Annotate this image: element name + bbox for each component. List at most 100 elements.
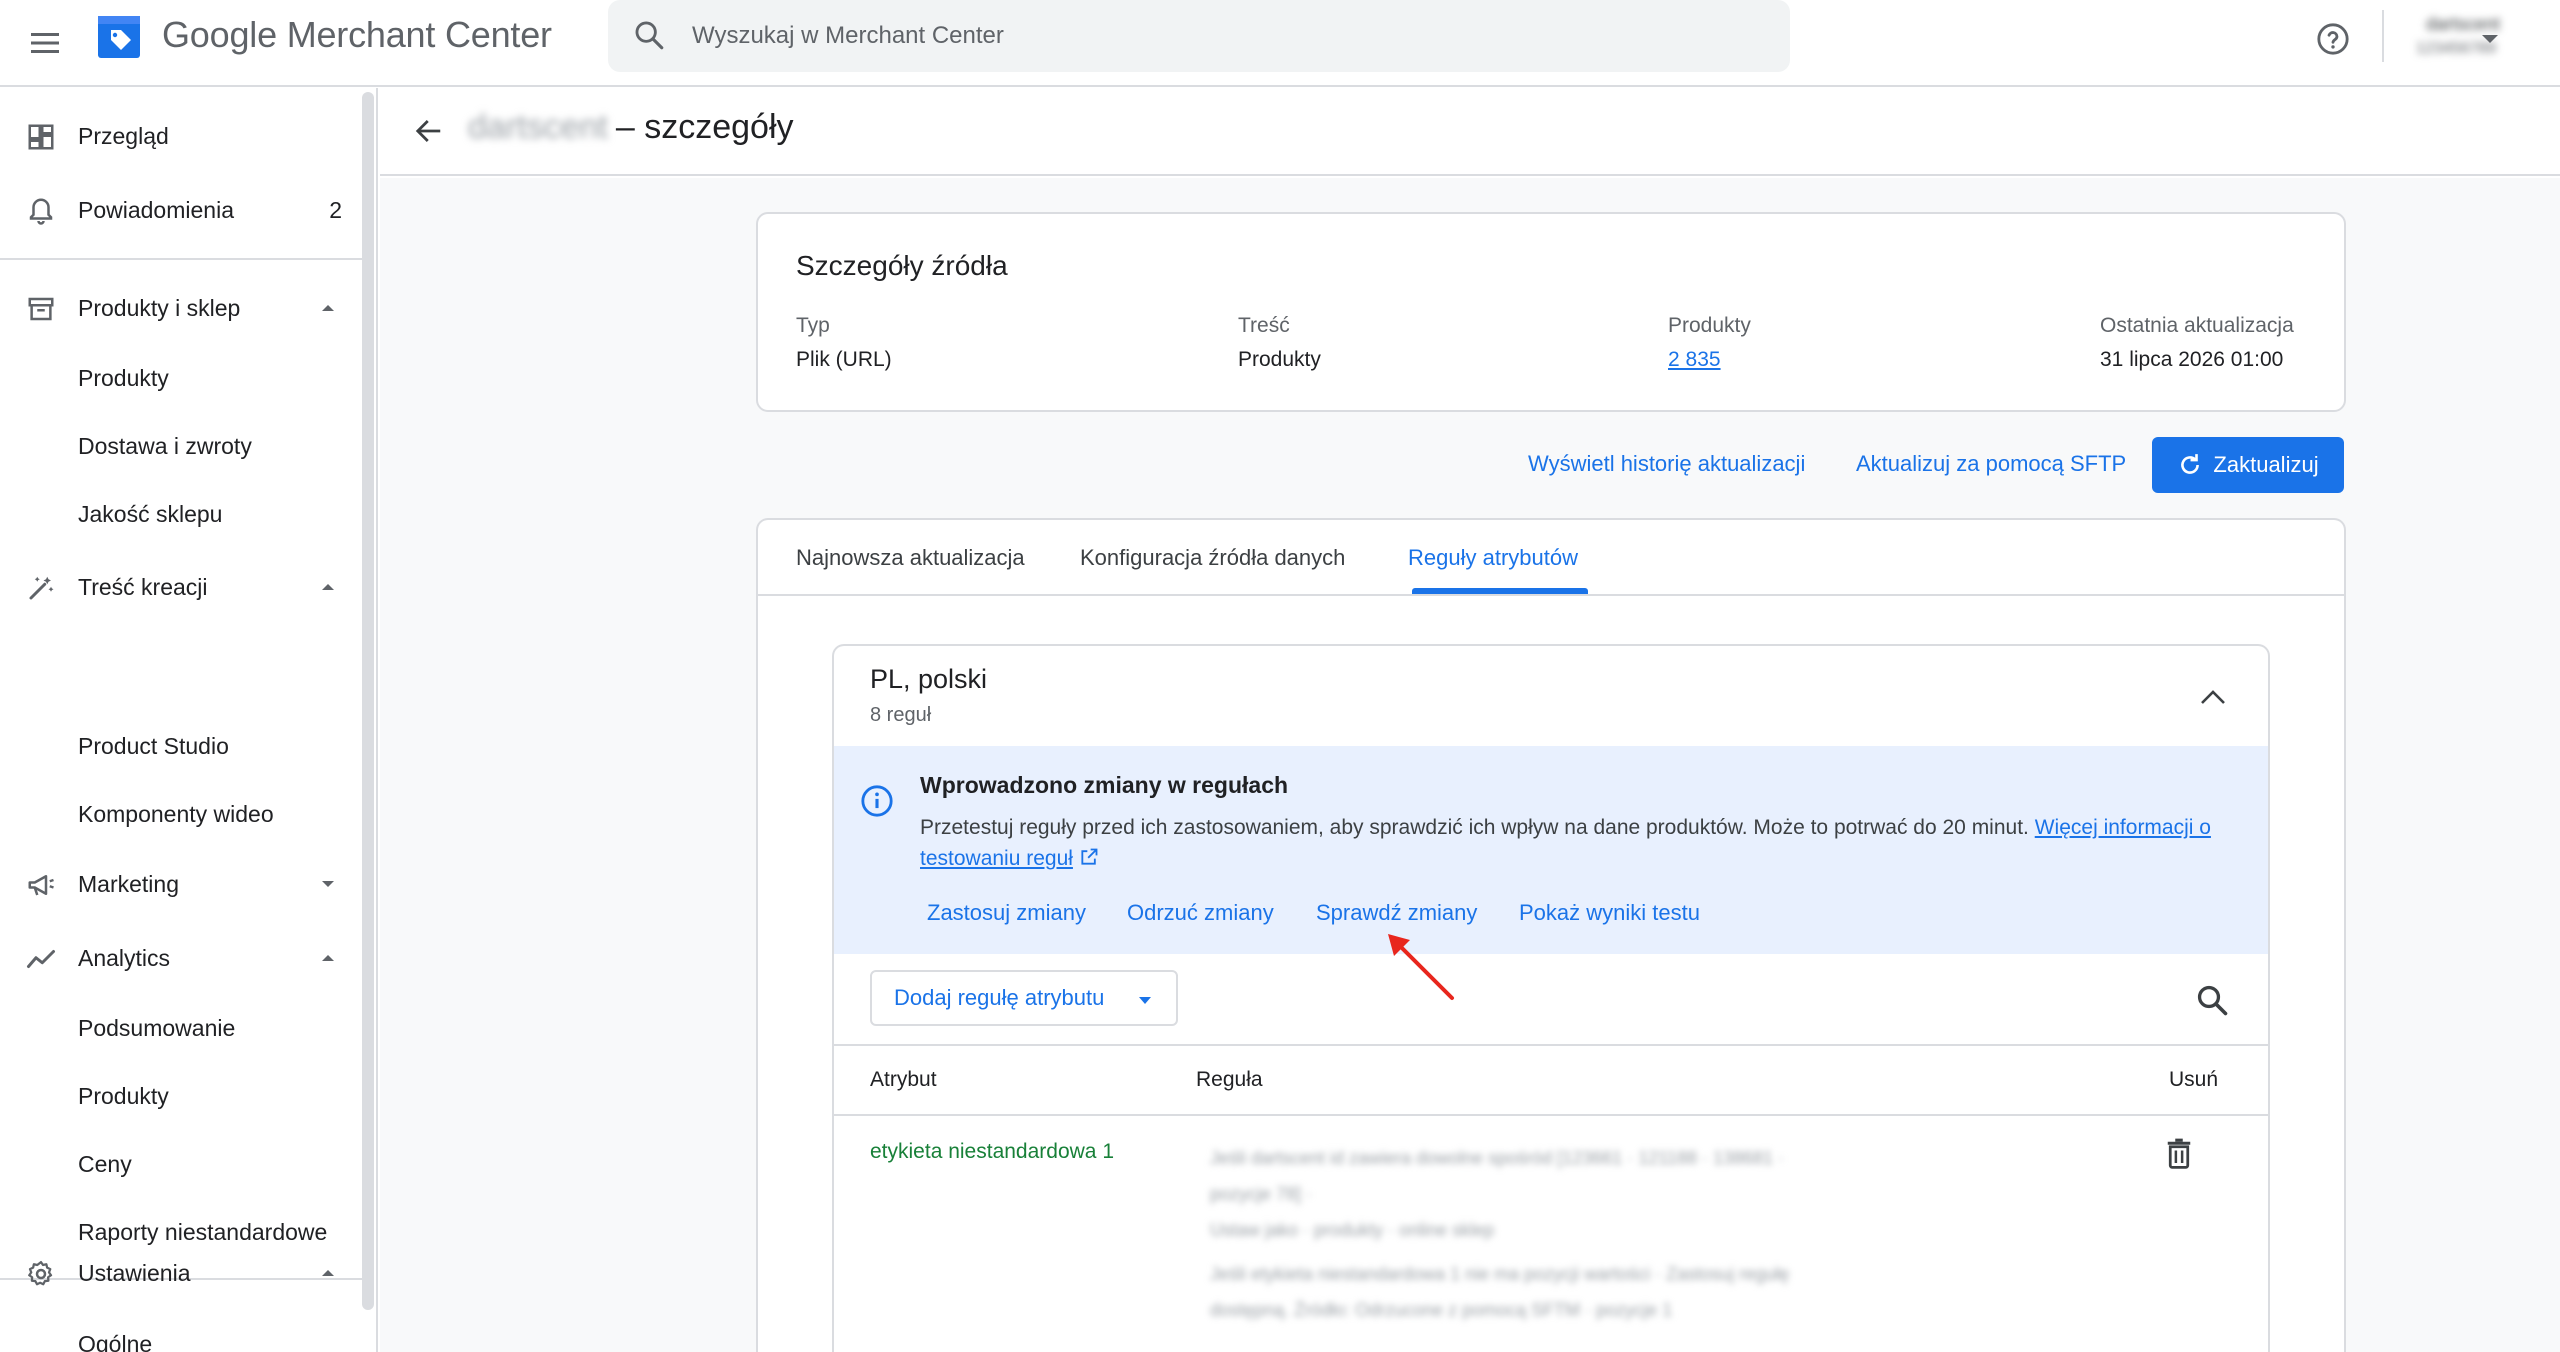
card-title: Szczegóły źródła — [796, 250, 1008, 281]
sidebar-item-label: Powiadomienia — [78, 196, 234, 223]
sidebar-item-analytics[interactable]: Analytics — [0, 926, 356, 990]
tab-latest-update[interactable]: Najnowsza aktualizacja — [796, 520, 1025, 596]
megaphone-icon — [24, 868, 58, 902]
show-test-results-button[interactable]: Pokaż wyniki testu — [1519, 900, 1700, 926]
tab-attribute-rules[interactable]: Reguły atrybutów — [1408, 520, 1578, 596]
discard-changes-button[interactable]: Odrzuć zmiany — [1127, 900, 1274, 926]
rule-line: pozycje 78] · — [1210, 1184, 1313, 1204]
sidebar-item-label: Analytics — [78, 944, 171, 971]
sidebar-item-analytics-products[interactable]: Produkty — [0, 1064, 356, 1128]
collapse-button[interactable] — [2196, 680, 2230, 714]
detail-label: Treść — [1238, 314, 1290, 337]
dashboard-icon — [24, 120, 58, 154]
sidebar-item-settings[interactable]: Ustawienia — [0, 1241, 356, 1305]
rules-table-header: Atrybut Reguła Usuń — [834, 1046, 2268, 1116]
detail-label: Ostatnia aktualizacja — [2100, 314, 2294, 337]
sidebar-item-label: Podsumowanie — [78, 1014, 236, 1041]
delete-rule-button[interactable] — [2164, 1136, 2198, 1170]
rule-line: Jeśli dartscent id zawiera dowolne spośr… — [1210, 1148, 1785, 1168]
page-header: dartscent – szczegóły — [380, 88, 2560, 176]
toolbar-divider — [2382, 10, 2384, 62]
sidebar-item-store-quality[interactable]: Jakość sklepu — [0, 482, 356, 546]
active-tab-indicator — [1412, 588, 1588, 594]
trending-line-icon — [24, 942, 58, 976]
help-icon — [2317, 23, 2349, 55]
sidebar-item-label: Product Studio — [78, 732, 229, 759]
help-button[interactable] — [2308, 14, 2358, 64]
sidebar-item-overview[interactable]: Przegląd — [0, 104, 356, 168]
column-header-rule: Reguła — [1196, 1068, 1263, 1091]
sidebar-item-label: Treść kreacji — [78, 573, 208, 600]
column-header-attribute: Atrybut — [870, 1068, 937, 1091]
sidebar-item-label: Ustawienia — [78, 1259, 191, 1286]
caret-down-icon — [322, 881, 334, 887]
refresh-icon — [2181, 454, 2200, 474]
search-input[interactable] — [692, 0, 1752, 72]
detail-type: Typ Plik (URL) — [796, 314, 892, 372]
sidebar-item-video[interactable]: Komponenty wideo — [0, 782, 356, 846]
sidebar-item-creative[interactable]: Treść kreacji — [0, 555, 356, 619]
rule-attribute-link[interactable]: etykieta niestandardowa 1 — [870, 1140, 1114, 1164]
search-icon — [635, 21, 664, 50]
sidebar-item-label: Ceny — [78, 1150, 132, 1177]
sidebar-item-shipping[interactable]: Dostawa i zwroty — [0, 414, 356, 478]
top-app-bar: Google Merchant Center dartscent 1234567… — [0, 0, 2560, 87]
sidebar-item-general[interactable]: Ogólne — [0, 1312, 356, 1352]
table-search-button[interactable] — [2194, 982, 2230, 1018]
column-header-delete: Usuń — [2168, 1068, 2218, 1091]
main-menu-button[interactable] — [20, 18, 70, 68]
open-in-new-icon — [1081, 848, 1098, 865]
table-row: etykieta niestandardowa 1 Jeśli dartscen… — [834, 1116, 2268, 1352]
caret-up-icon — [322, 305, 334, 311]
detail-value: Plik (URL) — [796, 348, 892, 371]
sidebar-item-product-studio[interactable]: Product Studio — [0, 714, 356, 778]
sidebar-item-marketing[interactable]: Marketing — [0, 852, 356, 916]
view-update-history-button[interactable]: Wyświetl historię aktualizacji — [1528, 451, 1805, 477]
hamburger-menu-icon — [31, 33, 59, 53]
annotation-arrow-icon — [1388, 934, 1454, 1000]
sidebar-divider — [0, 258, 362, 260]
sidebar-item-products-store[interactable]: Produkty i sklep — [0, 276, 356, 340]
check-changes-button[interactable]: Sprawdź zmiany — [1316, 900, 1477, 926]
banner-title: Wprowadzono zmiany w regułach — [920, 772, 1289, 798]
global-search-bar[interactable] — [608, 0, 1790, 72]
sidebar-item-prices[interactable]: Ceny — [0, 1132, 356, 1196]
detail-value: Produkty — [1238, 348, 1321, 371]
rule-line: dostępną. Źródło: Odrzucone z pomocą SFT… — [1210, 1300, 1673, 1320]
magic-brush-icon — [24, 571, 58, 605]
apply-changes-button[interactable]: Zastosuj zmiany — [927, 900, 1086, 926]
sidebar-item-label: Marketing — [78, 870, 179, 897]
caret-down-icon[interactable] — [2470, 30, 2510, 50]
caret-down-icon — [1139, 997, 1151, 1004]
update-via-sftp-button[interactable]: Aktualizuj za pomocą SFTP — [1856, 451, 2126, 477]
sidebar-item-products[interactable]: Produkty — [0, 346, 356, 410]
refresh-button[interactable]: Zaktualizuj — [2152, 437, 2344, 493]
source-details-card: Szczegóły źródła Typ Plik (URL) Treść Pr… — [756, 212, 2346, 412]
detail-label: Typ — [796, 314, 830, 337]
back-button[interactable] — [406, 108, 452, 154]
add-attribute-rule-button[interactable]: Dodaj regułę atrybutu — [870, 970, 1178, 1026]
bell-icon — [24, 194, 58, 228]
product-name: Google Merchant Center — [162, 14, 552, 55]
page-title-suffix: – szczegóły — [615, 108, 794, 146]
tab-data-source-config[interactable]: Konfiguracja źródła danych — [1080, 520, 1345, 596]
sidebar-item-label: Produkty i sklep — [78, 294, 241, 321]
rules-panel-header[interactable]: PL, polski 8 reguł — [834, 646, 2268, 746]
merchant-center-logo-icon[interactable] — [96, 14, 142, 60]
sidebar-item-label: Przegląd — [78, 122, 169, 149]
caret-up-icon — [322, 955, 334, 961]
caret-up-icon — [322, 1270, 334, 1276]
page-title: dartscent – szczegóły — [468, 108, 794, 147]
notification-count-badge: 2 — [329, 196, 342, 223]
rules-toolbar: Dodaj regułę atrybutu — [834, 954, 2268, 1046]
sidebar-item-label: Ogólne — [78, 1330, 153, 1352]
sidebar-scrollbar[interactable] — [362, 92, 374, 1310]
sidebar-item-label: Produkty — [78, 364, 169, 391]
search-icon — [2197, 985, 2228, 1016]
products-count-link[interactable]: 2 835 — [1668, 348, 1751, 372]
sidebar-item-notifications[interactable]: Powiadomienia 2 — [0, 178, 356, 242]
detail-products: Produkty 2 835 — [1668, 314, 1751, 372]
detail-value: 31 lipca 2026 01:00 — [2100, 348, 2284, 371]
sidebar-item-summary[interactable]: Podsumowanie — [0, 996, 356, 1060]
arrow-back-icon — [415, 120, 441, 142]
